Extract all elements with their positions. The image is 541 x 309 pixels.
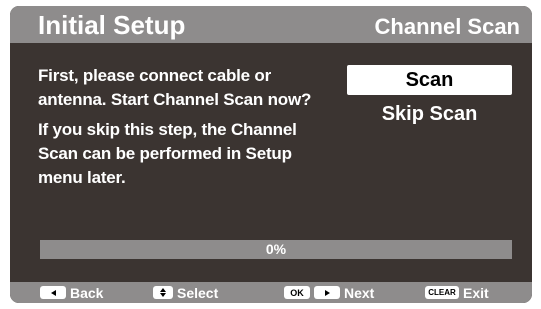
- exit-hint[interactable]: CLEAR Exit: [425, 282, 489, 303]
- back-label: Back: [70, 284, 104, 301]
- exit-label: Exit: [463, 284, 489, 301]
- clear-key-icon: CLEAR: [425, 286, 459, 299]
- up-down-arrow-icon: [153, 286, 173, 299]
- select-hint[interactable]: Select: [153, 282, 218, 303]
- ok-key-icon: OK: [284, 286, 310, 299]
- scan-button[interactable]: Scan: [347, 65, 512, 95]
- setup-dialog: Initial Setup Channel Scan First, please…: [10, 6, 532, 303]
- dialog-title: Initial Setup: [38, 10, 186, 40]
- next-hint[interactable]: OK Next: [284, 282, 374, 303]
- skip-scan-button[interactable]: Skip Scan: [347, 99, 512, 129]
- left-arrow-icon: [40, 286, 66, 299]
- dialog-header: Initial Setup Channel Scan: [10, 6, 532, 43]
- progress-label: 0%: [265, 241, 287, 257]
- back-hint[interactable]: Back: [40, 282, 103, 303]
- scan-progress-bar: 0%: [40, 240, 512, 259]
- instruction-skip-note: If you skip this step, the Channel Scan …: [38, 120, 297, 187]
- next-label: Next: [344, 284, 375, 301]
- instruction-text: First, please connect cable or antenna. …: [38, 64, 338, 190]
- section-title: Channel Scan: [374, 14, 520, 39]
- select-label: Select: [177, 284, 219, 301]
- instruction-connect: First, please connect cable or antenna. …: [38, 66, 312, 109]
- footer-bar: Back Select OK Next CLEAR Exit: [10, 282, 532, 303]
- right-arrow-icon: [314, 286, 340, 299]
